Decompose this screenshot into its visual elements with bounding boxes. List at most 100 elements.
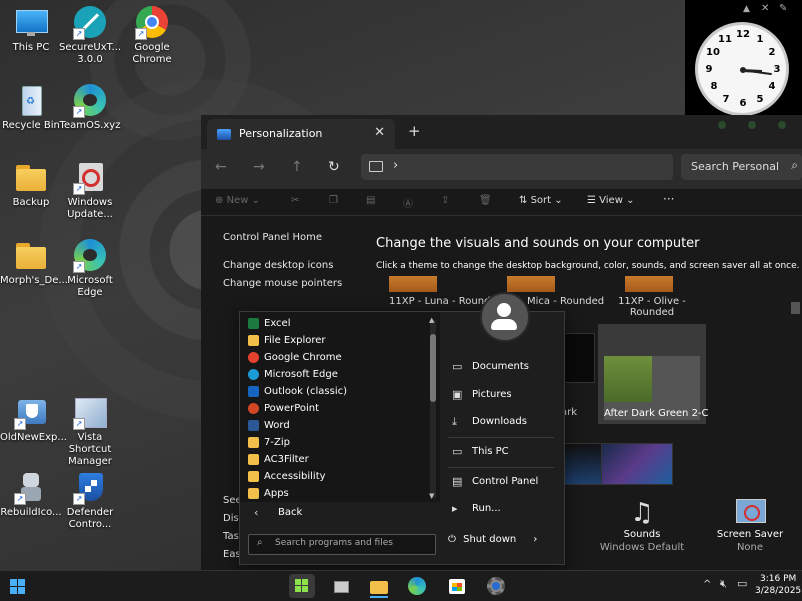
start-menu[interactable]: Excel File Explorer Google Chrome Micros… <box>239 292 565 565</box>
control-panel-home-link[interactable]: Control Panel Home <box>223 232 322 243</box>
desktop-icon-vista-shortcut-manager[interactable]: ↗ Vista Shortcut Manager <box>59 396 121 468</box>
copy-icon[interactable]: ❐ <box>329 195 338 206</box>
program-item-powerpoint[interactable]: PowerPoint <box>248 403 428 420</box>
more-options-button[interactable]: ··· <box>663 192 674 206</box>
start-link-pictures[interactable]: ▣ Pictures <box>444 384 556 406</box>
task-view-button[interactable] <box>328 574 354 598</box>
clock-number: 8 <box>710 81 718 92</box>
clock-center <box>740 67 746 73</box>
chevron-up-icon[interactable]: ^ <box>703 579 711 590</box>
paste-icon[interactable]: ▤ <box>366 195 375 206</box>
change-desktop-icons-link[interactable]: Change desktop icons <box>223 260 333 271</box>
start-link-run[interactable]: ▸ Run... <box>444 498 556 520</box>
theme-thumbnail[interactable] <box>389 276 437 292</box>
start-link-control-panel[interactable]: ▤ Control Panel <box>444 471 556 493</box>
share-icon[interactable]: ⇪ <box>441 195 449 206</box>
start-link-downloads[interactable]: ⤓ Downloads <box>444 411 556 433</box>
sounds-setting[interactable]: ♫ Sounds Windows Default <box>597 497 687 553</box>
program-item-excel[interactable]: Excel <box>248 318 428 335</box>
user-body-icon <box>491 319 517 330</box>
store-taskbar-button[interactable] <box>444 574 470 598</box>
user-avatar[interactable] <box>480 292 530 342</box>
chevron-right-icon[interactable]: › <box>533 534 537 545</box>
close-tab-icon[interactable]: ✕ <box>374 125 385 140</box>
scroll-down-icon[interactable]: ▼ <box>429 492 434 500</box>
taskbar-time[interactable]: 3:16 PM <box>760 574 796 584</box>
desktop-icon-teamos[interactable]: ↗ TeamOS.xyz <box>59 84 121 132</box>
new-button[interactable]: ⊕ New ⌄ <box>215 195 260 206</box>
program-item-apps[interactable]: Apps <box>248 488 428 500</box>
shutdown-button[interactable]: ⏻ Shut down › <box>448 534 537 545</box>
gadget-minimize-icon[interactable]: ▲ <box>743 4 750 14</box>
scrollbar-thumb[interactable] <box>430 334 436 402</box>
program-item-accessibility[interactable]: Accessibility <box>248 471 428 488</box>
scroll-up-icon[interactable]: ▲ <box>429 316 434 324</box>
desktop-icon-recycle-bin[interactable]: ♻ Recycle Bin <box>0 84 62 132</box>
desktop-icon-defender-control[interactable]: ↗ Defender Contro... <box>59 471 121 531</box>
up-arrow-icon[interactable]: ↑ <box>291 159 303 175</box>
view-button[interactable]: ☰ View ⌄ <box>587 195 634 206</box>
theme-thumbnail[interactable] <box>561 333 595 383</box>
new-tab-button[interactable]: + <box>408 122 421 140</box>
windows-logo-button[interactable] <box>5 574 31 598</box>
desktop-icon-windows-update[interactable]: ↗ Windows Update... <box>59 161 121 221</box>
scrollbar[interactable] <box>791 302 800 314</box>
theme-thumbnail[interactable] <box>601 443 673 485</box>
program-label: Outlook (classic) <box>264 386 348 397</box>
program-item-word[interactable]: Word <box>248 420 428 437</box>
theme-thumbnail[interactable] <box>625 276 673 292</box>
back-button[interactable]: ‹ Back <box>240 502 440 524</box>
theme-thumbnail[interactable] <box>561 443 603 485</box>
desktop-icon-microsoft-edge[interactable]: ↗ Microsoft Edge <box>59 239 121 299</box>
theme-name[interactable]: Mica - Rounded <box>527 296 604 307</box>
search-box[interactable]: Search Personal ⌕ <box>681 154 802 180</box>
screen-saver-setting[interactable]: Screen Saver None <box>705 497 795 553</box>
file-explorer-taskbar-button[interactable] <box>366 574 392 598</box>
sort-button[interactable]: ⇅ Sort ⌄ <box>519 195 563 206</box>
start-link-this-pc[interactable]: ▭ This PC <box>444 441 556 463</box>
chevron-right-icon[interactable]: › <box>393 158 398 173</box>
gadget-close-icon[interactable]: ✕ <box>761 3 769 14</box>
title-bar[interactable]: Personalization ✕ + <box>201 115 802 149</box>
program-item-outlook[interactable]: Outlook (classic) <box>248 386 428 403</box>
desktop-icon-rebuildicon[interactable]: ↗ RebuildIco... <box>0 471 62 519</box>
program-list-scrollbar[interactable] <box>430 320 436 498</box>
program-item-7zip[interactable]: 7-Zip <box>248 437 428 454</box>
mute-icon[interactable]: 🔇︎ <box>720 577 727 591</box>
start-button[interactable] <box>289 574 315 598</box>
edge-taskbar-button[interactable] <box>404 574 430 598</box>
theme-name[interactable]: 11XP - Luna - Rounde <box>389 296 497 307</box>
program-item-file-explorer[interactable]: File Explorer <box>248 335 428 352</box>
desktop-icon-label: Microsoft Edge <box>67 275 113 298</box>
rename-icon[interactable]: Ⓐ <box>403 195 413 210</box>
clock-gadget[interactable]: ▲ ✕ ✎ 12 1 2 3 4 5 6 7 8 9 10 11 <box>685 0 802 116</box>
delete-icon[interactable]: 🗑 <box>479 195 492 206</box>
start-search-box[interactable]: ⌕ Search programs and files <box>248 534 436 555</box>
address-bar[interactable]: › <box>361 154 673 180</box>
theme-name[interactable]: 11XP - Olive - Rounded <box>617 296 687 318</box>
desktop-icon-oldnewexplorer[interactable]: ↗ OldNewExp... <box>0 396 67 444</box>
program-item-google-chrome[interactable]: Google Chrome <box>248 352 428 369</box>
gadget-settings-icon[interactable]: ✎ <box>779 3 787 14</box>
forward-arrow-icon[interactable]: → <box>253 159 265 175</box>
start-search-input[interactable]: Search programs and files <box>275 538 393 548</box>
program-item-microsoft-edge[interactable]: Microsoft Edge <box>248 369 428 386</box>
tab-personalization[interactable]: Personalization ✕ <box>207 119 395 149</box>
cut-icon[interactable]: ✂ <box>291 195 299 206</box>
selected-theme-tile[interactable]: After Dark Green 2-C <box>598 324 709 424</box>
desktop-icon-backup[interactable]: Backup <box>0 161 62 209</box>
refresh-icon[interactable]: ↻ <box>328 159 340 175</box>
change-mouse-pointers-link[interactable]: Change mouse pointers <box>223 278 342 289</box>
back-arrow-icon[interactable]: ← <box>215 159 227 175</box>
desktop-icon-morphs[interactable]: Morph's_De... <box>0 239 68 287</box>
desktop-icon-this-pc[interactable]: This PC <box>0 6 62 54</box>
settings-taskbar-button[interactable] <box>483 574 509 598</box>
theme-thumbnail[interactable] <box>507 276 555 292</box>
desktop-icon-secureux[interactable]: ↗ SecureUxT... 3.0.0 <box>59 6 121 66</box>
taskbar-date[interactable]: 3/28/2025 <box>755 586 801 596</box>
desktop-icon-google-chrome[interactable]: ↗ Google Chrome <box>121 6 183 66</box>
program-item-ac3filter[interactable]: AC3Filter <box>248 454 428 471</box>
start-link-documents[interactable]: ▭ Documents <box>444 356 556 378</box>
search-input[interactable]: Search Personal <box>691 160 779 173</box>
network-icon[interactable]: ▭ <box>737 577 747 590</box>
